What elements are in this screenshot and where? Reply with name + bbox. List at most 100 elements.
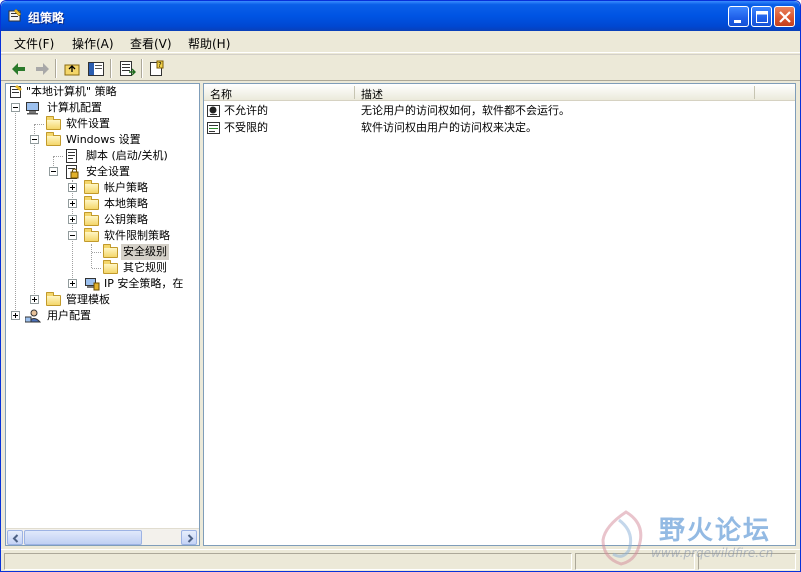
tree-item-software-settings[interactable]: 软件设置 bbox=[6, 116, 196, 132]
close-button[interactable] bbox=[774, 6, 795, 27]
expand-toggle[interactable] bbox=[11, 311, 20, 320]
details-pane[interactable]: 名称 描述 不允许的 无论用户的访问权如何，软件都不会运行。 不受限的 软件访问… bbox=[203, 83, 796, 546]
column-header-description[interactable]: 描述 bbox=[361, 86, 383, 102]
tree-label: 软件限制策略 bbox=[104, 229, 170, 242]
list-item-description: 软件访问权由用户的访问权来决定。 bbox=[361, 121, 537, 134]
expand-toggle[interactable] bbox=[68, 199, 77, 208]
computer-icon bbox=[25, 101, 41, 115]
menu-help[interactable]: 帮助(H) bbox=[188, 35, 230, 52]
tree-item-ip-security[interactable]: IP 安全策略，在 bbox=[6, 276, 199, 292]
scroll-right-button[interactable] bbox=[181, 530, 197, 545]
menu-view[interactable]: 查看(V) bbox=[130, 35, 172, 52]
column-divider[interactable] bbox=[754, 86, 755, 99]
tree-item-security-settings[interactable]: 安全设置 bbox=[6, 164, 196, 180]
folder-icon bbox=[103, 260, 118, 274]
tree-label: 脚本 (启动/关机) bbox=[86, 149, 168, 162]
forward-arrow-icon[interactable] bbox=[32, 59, 52, 79]
scroll-thumb[interactable] bbox=[24, 530, 142, 545]
watermark-title: 野火论坛 bbox=[659, 516, 772, 546]
tree-label: 安全级别 bbox=[121, 244, 169, 260]
tree-label: Windows 设置 bbox=[66, 133, 141, 146]
tree-label: 安全设置 bbox=[86, 165, 130, 178]
toolbar: ? bbox=[1, 54, 800, 81]
list-item-name: 不受限的 bbox=[224, 121, 268, 134]
tree-item-scripts[interactable]: 脚本 (启动/关机) bbox=[6, 148, 196, 164]
folder-icon bbox=[84, 212, 99, 226]
tree-connector bbox=[92, 252, 101, 253]
tree-item-user-config[interactable]: 用户配置 bbox=[6, 308, 196, 324]
collapse-toggle[interactable] bbox=[68, 231, 77, 240]
svg-text:?: ? bbox=[158, 61, 162, 69]
collapse-toggle[interactable] bbox=[11, 103, 20, 112]
collapse-toggle[interactable] bbox=[30, 135, 39, 144]
close-icon bbox=[779, 11, 791, 23]
tree-label: 用户配置 bbox=[47, 309, 91, 322]
column-header-row: 名称 描述 bbox=[204, 84, 795, 101]
minimize-icon bbox=[734, 20, 741, 23]
tree-connector bbox=[92, 268, 101, 269]
tree-item-additional-rules[interactable]: 其它规则 bbox=[6, 260, 196, 276]
folder-lock-icon bbox=[84, 180, 99, 194]
expand-toggle[interactable] bbox=[68, 183, 77, 192]
help-icon[interactable]: ? bbox=[147, 59, 167, 79]
open-folder-icon bbox=[103, 244, 118, 258]
tree-item-software-restriction[interactable]: 软件限制策略 bbox=[6, 228, 196, 244]
tree-label: 软件设置 bbox=[66, 117, 110, 130]
group-policy-icon bbox=[7, 8, 23, 24]
policy-document-icon bbox=[8, 85, 24, 99]
toolbar-separator bbox=[141, 59, 143, 78]
tree-label: 本地策略 bbox=[104, 197, 148, 210]
group-policy-window: 组策略 文件(F) 操作(A) 查看(V) 帮助(H) ? "本地计算机" 策略… bbox=[0, 0, 801, 572]
tree-label: 计算机配置 bbox=[47, 101, 102, 114]
tree-label: "本地计算机" 策略 bbox=[26, 85, 117, 98]
column-header-name[interactable]: 名称 bbox=[210, 86, 232, 102]
tree-item-security-levels[interactable]: 安全级别 bbox=[6, 244, 196, 260]
expand-toggle[interactable] bbox=[68, 279, 77, 288]
column-divider[interactable] bbox=[354, 86, 355, 99]
folder-icon bbox=[46, 116, 61, 130]
expand-toggle[interactable] bbox=[68, 215, 77, 224]
minimize-button[interactable] bbox=[728, 6, 749, 27]
menu-file[interactable]: 文件(F) bbox=[14, 35, 54, 52]
watermark-url: www.prqewildfire.cn bbox=[651, 546, 774, 560]
toolbar-separator bbox=[110, 59, 112, 78]
list-item[interactable]: 不允许的 无论用户的访问权如何，软件都不会运行。 bbox=[204, 102, 795, 119]
tree-pane[interactable]: "本地计算机" 策略 计算机配置 软件设置 Windows 设置 脚本 (启动/… bbox=[5, 83, 200, 546]
status-cell-main bbox=[4, 553, 572, 570]
folder-icon bbox=[46, 132, 61, 146]
tree-item-admin-templates[interactable]: 管理模板 bbox=[6, 292, 196, 308]
tree-label: 管理模板 bbox=[66, 293, 110, 306]
toolbar-separator bbox=[55, 59, 57, 78]
tree-label: IP 安全策略，在 bbox=[104, 277, 184, 290]
maximize-button[interactable] bbox=[751, 6, 772, 27]
folder-icon bbox=[84, 228, 99, 242]
maximize-icon bbox=[756, 11, 768, 23]
security-settings-icon bbox=[64, 165, 80, 179]
tree-item-account-policies[interactable]: 帐户策略 bbox=[6, 180, 196, 196]
tree-item-windows-settings[interactable]: Windows 设置 bbox=[6, 132, 196, 148]
list-item-description: 无论用户的访问权如何，软件都不会运行。 bbox=[361, 104, 570, 117]
tree-item-computer-config[interactable]: 计算机配置 bbox=[6, 100, 196, 116]
list-item[interactable]: 不受限的 软件访问权由用户的访问权来决定。 bbox=[204, 119, 795, 136]
menu-action[interactable]: 操作(A) bbox=[72, 35, 114, 52]
watermark-logo: 野火论坛 www.prqewildfire.cn bbox=[591, 506, 800, 571]
ip-security-icon bbox=[84, 277, 100, 291]
collapse-toggle[interactable] bbox=[49, 167, 58, 176]
tree-item-public-key-policies[interactable]: 公钥策略 bbox=[6, 212, 196, 228]
scroll-left-button[interactable] bbox=[7, 530, 23, 545]
back-arrow-icon[interactable] bbox=[9, 59, 29, 79]
tree-item-local-policies[interactable]: 本地策略 bbox=[6, 196, 196, 212]
title-bar[interactable]: 组策略 bbox=[1, 1, 800, 31]
show-hide-tree-icon[interactable] bbox=[86, 59, 106, 79]
up-folder-icon[interactable] bbox=[62, 59, 82, 79]
export-list-icon[interactable] bbox=[117, 59, 137, 79]
unrestricted-level-icon bbox=[206, 121, 222, 135]
script-icon bbox=[64, 149, 80, 163]
folder-lock-icon bbox=[84, 196, 99, 210]
tree-connector bbox=[35, 124, 44, 125]
expand-toggle[interactable] bbox=[30, 295, 39, 304]
chevron-left-icon bbox=[12, 534, 19, 543]
window-title: 组策略 bbox=[28, 11, 65, 25]
tree-label: 帐户策略 bbox=[104, 181, 148, 194]
tree-horizontal-scrollbar[interactable] bbox=[6, 528, 199, 545]
